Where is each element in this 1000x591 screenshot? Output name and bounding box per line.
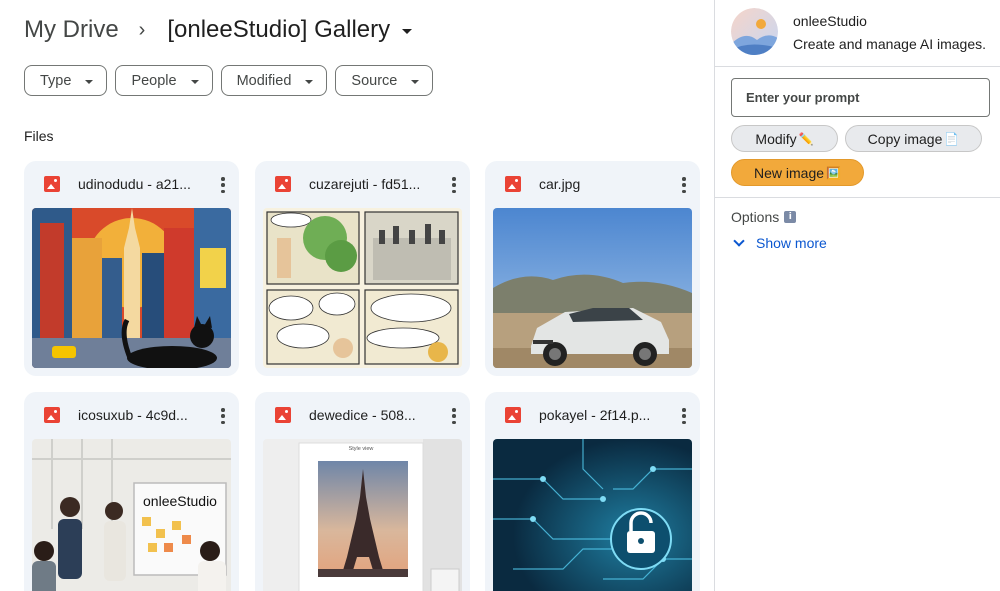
file-thumbnail: onleeStudio — [32, 439, 231, 591]
app-description: Create and manage AI images. — [793, 36, 987, 52]
filter-bar: Type People Modified Source — [24, 65, 434, 96]
file-name: pokayel - 2f14.p... — [539, 407, 651, 423]
addon-header: onleeStudio Create and manage AI images. — [715, 0, 1000, 67]
folder-title: [onleeStudio] Gallery — [167, 16, 391, 43]
more-actions-icon[interactable] — [452, 408, 456, 424]
prompt-input[interactable] — [731, 78, 990, 117]
new-image-button-label: New image — [754, 164, 825, 181]
file-thumbnail — [493, 208, 692, 368]
app-logo — [731, 8, 778, 55]
caret-down-icon — [190, 79, 199, 84]
office-sign-text: onleeStudio — [143, 493, 217, 509]
caret-down-icon — [85, 79, 94, 84]
file-card[interactable]: dewedice - 508... Style view — [255, 392, 470, 591]
eiffel-caption-text: Style view — [349, 446, 374, 452]
image-file-icon — [44, 407, 60, 423]
filter-people[interactable]: People — [115, 65, 213, 96]
filter-type[interactable]: Type — [24, 65, 108, 96]
pencil-icon: ✏️ — [798, 131, 814, 146]
modify-button-label: Modify — [755, 130, 797, 147]
panel-divider — [715, 197, 1000, 198]
file-card-header: car.jpg — [485, 161, 700, 207]
file-name: car.jpg — [539, 176, 581, 192]
drive-main: My Drive › [onleeStudio] Gallery Type Pe… — [0, 0, 714, 591]
info-icon: i — [784, 211, 797, 223]
more-actions-icon[interactable] — [682, 408, 686, 424]
filter-type-label: Type — [40, 72, 72, 89]
file-card-header: pokayel - 2f14.p... — [485, 392, 700, 438]
options-label: Options i — [731, 209, 797, 225]
picture-icon: 🖼️ — [826, 165, 841, 180]
breadcrumb: My Drive › [onleeStudio] Gallery — [24, 14, 413, 46]
file-name: dewedice - 508... — [309, 407, 416, 423]
file-card-header: udinodudu - a21... — [24, 161, 239, 207]
more-actions-icon[interactable] — [221, 408, 225, 424]
breadcrumb-current-folder[interactable]: [onleeStudio] Gallery — [167, 16, 413, 44]
filter-modified[interactable]: Modified — [220, 65, 328, 96]
file-thumbnail — [493, 439, 692, 591]
app-name: onleeStudio — [793, 13, 867, 29]
file-card-header: cuzarejuti - fd51... — [255, 161, 470, 207]
modify-button[interactable]: Modify ✏️ — [731, 125, 838, 152]
side-panel: onleeStudio Create and manage AI images.… — [714, 0, 1000, 591]
image-file-icon — [505, 176, 521, 192]
file-card[interactable]: udinodudu - a21... — [24, 161, 239, 376]
caret-down-icon — [411, 79, 420, 84]
chevron-down-icon — [733, 235, 745, 247]
image-file-icon — [275, 407, 291, 423]
files-section-label: Files — [24, 128, 54, 144]
more-actions-icon[interactable] — [452, 177, 456, 193]
more-actions-icon[interactable] — [221, 177, 225, 193]
file-name: udinodudu - a21... — [78, 176, 191, 192]
file-card-header: dewedice - 508... — [255, 392, 470, 438]
filter-source[interactable]: Source — [335, 65, 434, 96]
file-card-header: icosuxub - 4c9d... — [24, 392, 239, 438]
new-image-button[interactable]: New image 🖼️ — [731, 159, 864, 186]
file-card[interactable]: pokayel - 2f14.p... — [485, 392, 700, 591]
filter-people-label: People — [131, 72, 177, 89]
image-file-icon — [505, 407, 521, 423]
caret-down-icon — [305, 79, 314, 84]
more-actions-icon[interactable] — [682, 177, 686, 193]
file-thumbnail: Style view — [263, 439, 462, 591]
file-card[interactable]: car.jpg — [485, 161, 700, 376]
file-thumbnail — [32, 208, 231, 368]
image-file-icon — [275, 176, 291, 192]
file-card[interactable]: cuzarejuti - fd51... — [255, 161, 470, 376]
show-more-label: Show more — [756, 235, 827, 251]
file-thumbnail — [263, 208, 462, 368]
show-more-toggle[interactable]: Show more — [732, 235, 827, 251]
copy-image-button[interactable]: Copy image 📄 — [845, 125, 982, 152]
filter-source-label: Source — [351, 72, 398, 89]
document-icon: 📄 — [944, 131, 960, 146]
file-name: cuzarejuti - fd51... — [309, 176, 421, 192]
file-card[interactable]: icosuxub - 4c9d... onleeStudio — [24, 392, 239, 591]
image-file-icon — [44, 176, 60, 192]
filter-modified-label: Modified — [236, 72, 292, 89]
options-text: Options — [731, 209, 780, 225]
breadcrumb-separator: › — [138, 18, 146, 41]
file-name: icosuxub - 4c9d... — [78, 407, 188, 423]
copy-image-button-label: Copy image — [867, 130, 943, 147]
breadcrumb-my-drive[interactable]: My Drive — [24, 16, 119, 44]
caret-down-icon — [402, 28, 413, 34]
